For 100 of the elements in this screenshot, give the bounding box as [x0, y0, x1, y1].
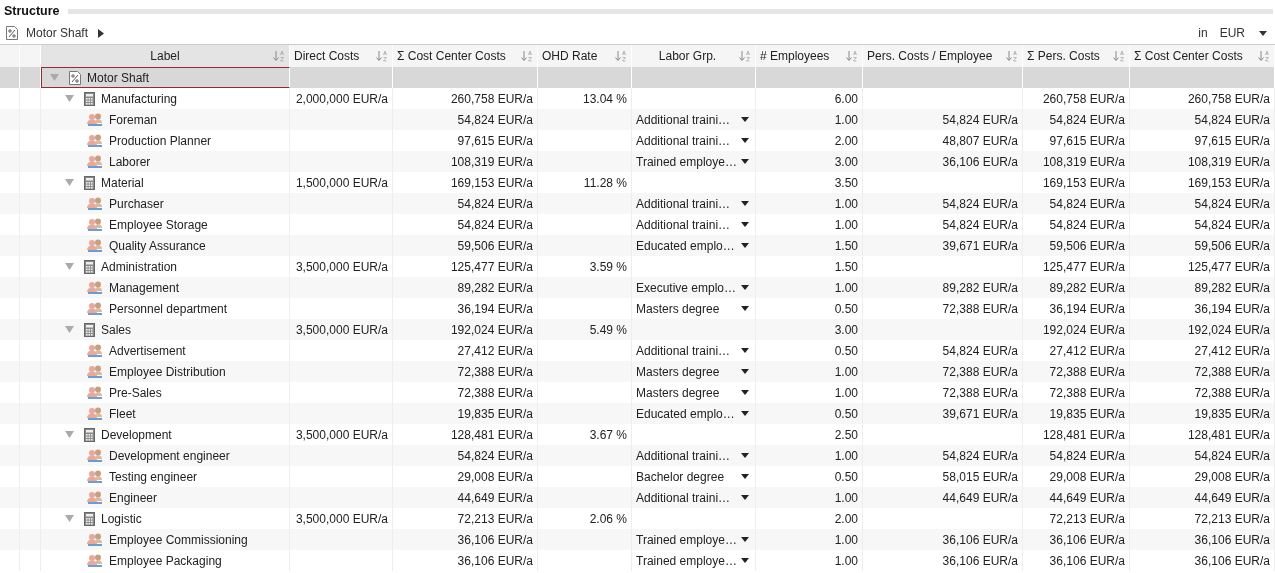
people-icon [87, 532, 103, 547]
caret-icon [741, 138, 749, 143]
table-cell: 0.50 [834, 301, 858, 316]
labor-group-dropdown[interactable]: Educated emplo… [632, 235, 755, 256]
table-cell: 54,824 EUR/a [942, 448, 1018, 463]
people-icon [87, 343, 103, 358]
labor-group-dropdown[interactable]: Additional traini… [632, 487, 755, 508]
table-cell: 72,388 EUR/a [457, 385, 533, 400]
table-cell: 13.04 % [582, 91, 627, 106]
table-cell: 89,282 EUR/a [942, 280, 1018, 295]
expand-icon[interactable] [65, 430, 74, 439]
calculator-icon [84, 175, 95, 190]
table-cell: 125,477 EUR/a [1187, 259, 1270, 274]
column-header[interactable]: Label [41, 45, 290, 67]
table-cell: 3.00 [834, 322, 858, 337]
percent-document-icon [6, 26, 18, 40]
expand-icon[interactable] [65, 94, 74, 103]
table-cell: 3.59 % [589, 259, 627, 274]
people-icon [87, 217, 103, 232]
caret-icon [741, 390, 749, 395]
table-cell: 169,153 EUR/a [1042, 175, 1125, 190]
labor-group-dropdown[interactable]: Additional traini… [632, 193, 755, 214]
table-cell: 1.00 [834, 364, 858, 379]
table-cell: 2.00 [834, 133, 858, 148]
labor-group-dropdown[interactable]: Trained employe… [632, 529, 755, 550]
table-cell: 11.28 % [583, 175, 627, 190]
table-cell: 97,615 EUR/a [1194, 133, 1270, 148]
people-icon [87, 385, 103, 400]
expand-arrow-icon[interactable] [98, 28, 105, 38]
expand-icon[interactable] [65, 178, 74, 187]
table-cell: 0.50 [834, 469, 858, 484]
expand-icon[interactable] [50, 73, 59, 82]
table-cell: 3.67 % [589, 427, 627, 442]
table-cell: 36,106 EUR/a [942, 532, 1018, 547]
labor-group-dropdown[interactable]: Bachelor degree [632, 466, 755, 487]
expand-icon[interactable] [65, 262, 74, 271]
labor-group-dropdown[interactable]: Educated emplo… [632, 403, 755, 424]
table-cell: 3,500,000 EUR/a [295, 259, 388, 274]
tree-item[interactable]: Motor Shaft [41, 67, 290, 88]
tree-item[interactable]: Employee Packaging [41, 550, 290, 571]
sort-icon [1258, 50, 1270, 62]
people-icon [87, 301, 103, 316]
table-cell: 1.00 [834, 280, 858, 295]
table-cell: 54,824 EUR/a [1194, 196, 1270, 211]
labor-group-dropdown[interactable]: Masters degree [632, 361, 755, 382]
labor-group-dropdown[interactable]: Trained employe… [632, 550, 755, 571]
labor-group-dropdown[interactable]: Executive emplo… [632, 277, 755, 298]
caret-icon [741, 285, 749, 290]
table-cell: 36,194 EUR/a [1049, 301, 1125, 316]
sort-icon [1113, 50, 1125, 62]
labor-group-dropdown[interactable]: Masters degree [632, 298, 755, 319]
table-cell: 169,153 EUR/a [450, 175, 533, 190]
caret-icon [741, 474, 749, 479]
labor-group-dropdown[interactable]: Additional traini… [632, 130, 755, 151]
table-cell: 1,500,000 EUR/a [295, 175, 388, 190]
table-cell: 260,758 EUR/a [1042, 91, 1125, 106]
people-icon [87, 280, 103, 295]
table-cell: 36,106 EUR/a [1194, 532, 1270, 547]
table-cell: 58,015 EUR/a [942, 469, 1018, 484]
labor-group-dropdown[interactable]: Trained employe… [632, 151, 755, 172]
table-cell: 97,615 EUR/a [457, 133, 533, 148]
labor-group-dropdown[interactable]: Additional traini… [632, 214, 755, 235]
people-icon [87, 133, 103, 148]
table-cell: 3,500,000 EUR/a [295, 322, 388, 337]
currency-dropdown[interactable]: EUR [1219, 26, 1275, 40]
table-cell: 54,824 EUR/a [1049, 217, 1125, 232]
table-cell: 3,500,000 EUR/a [295, 427, 388, 442]
table-cell: 59,506 EUR/a [457, 238, 533, 253]
sort-icon [376, 50, 388, 62]
table-cell: 1.00 [834, 112, 858, 127]
table-cell: 260,758 EUR/a [450, 91, 533, 106]
table-cell: 72,388 EUR/a [1049, 364, 1125, 379]
panel-title: Structure [4, 4, 60, 18]
expand-icon[interactable] [65, 514, 74, 523]
labor-group-dropdown[interactable]: Additional traini… [632, 109, 755, 130]
caret-icon [741, 369, 749, 374]
caret-icon [741, 411, 749, 416]
table-cell: 54,824 EUR/a [942, 343, 1018, 358]
people-icon [87, 238, 103, 253]
table-cell: 27,412 EUR/a [1049, 343, 1125, 358]
table-cell: 36,106 EUR/a [942, 553, 1018, 568]
table-cell: 108,319 EUR/a [1187, 154, 1270, 169]
labor-group-dropdown[interactable]: Additional traini… [632, 340, 755, 361]
table-cell: 1.00 [834, 490, 858, 505]
sort-icon [521, 50, 533, 62]
table-cell: 3.50 [834, 175, 858, 190]
expand-icon[interactable] [65, 325, 74, 334]
caret-icon [741, 348, 749, 353]
table-cell: 1.00 [834, 448, 858, 463]
table-cell: 54,824 EUR/a [1049, 112, 1125, 127]
caret-icon [741, 537, 749, 542]
labor-group-dropdown[interactable]: Additional traini… [632, 445, 755, 466]
table-cell: 29,008 EUR/a [1194, 469, 1270, 484]
labor-group-dropdown[interactable]: Masters degree [632, 382, 755, 403]
breadcrumb-item[interactable]: Motor Shaft [26, 26, 89, 40]
table-cell: 192,024 EUR/a [1042, 322, 1125, 337]
table-cell: 36,194 EUR/a [457, 301, 533, 316]
table-cell: 72,388 EUR/a [1194, 385, 1270, 400]
caret-icon [741, 453, 749, 458]
people-icon [87, 490, 103, 505]
